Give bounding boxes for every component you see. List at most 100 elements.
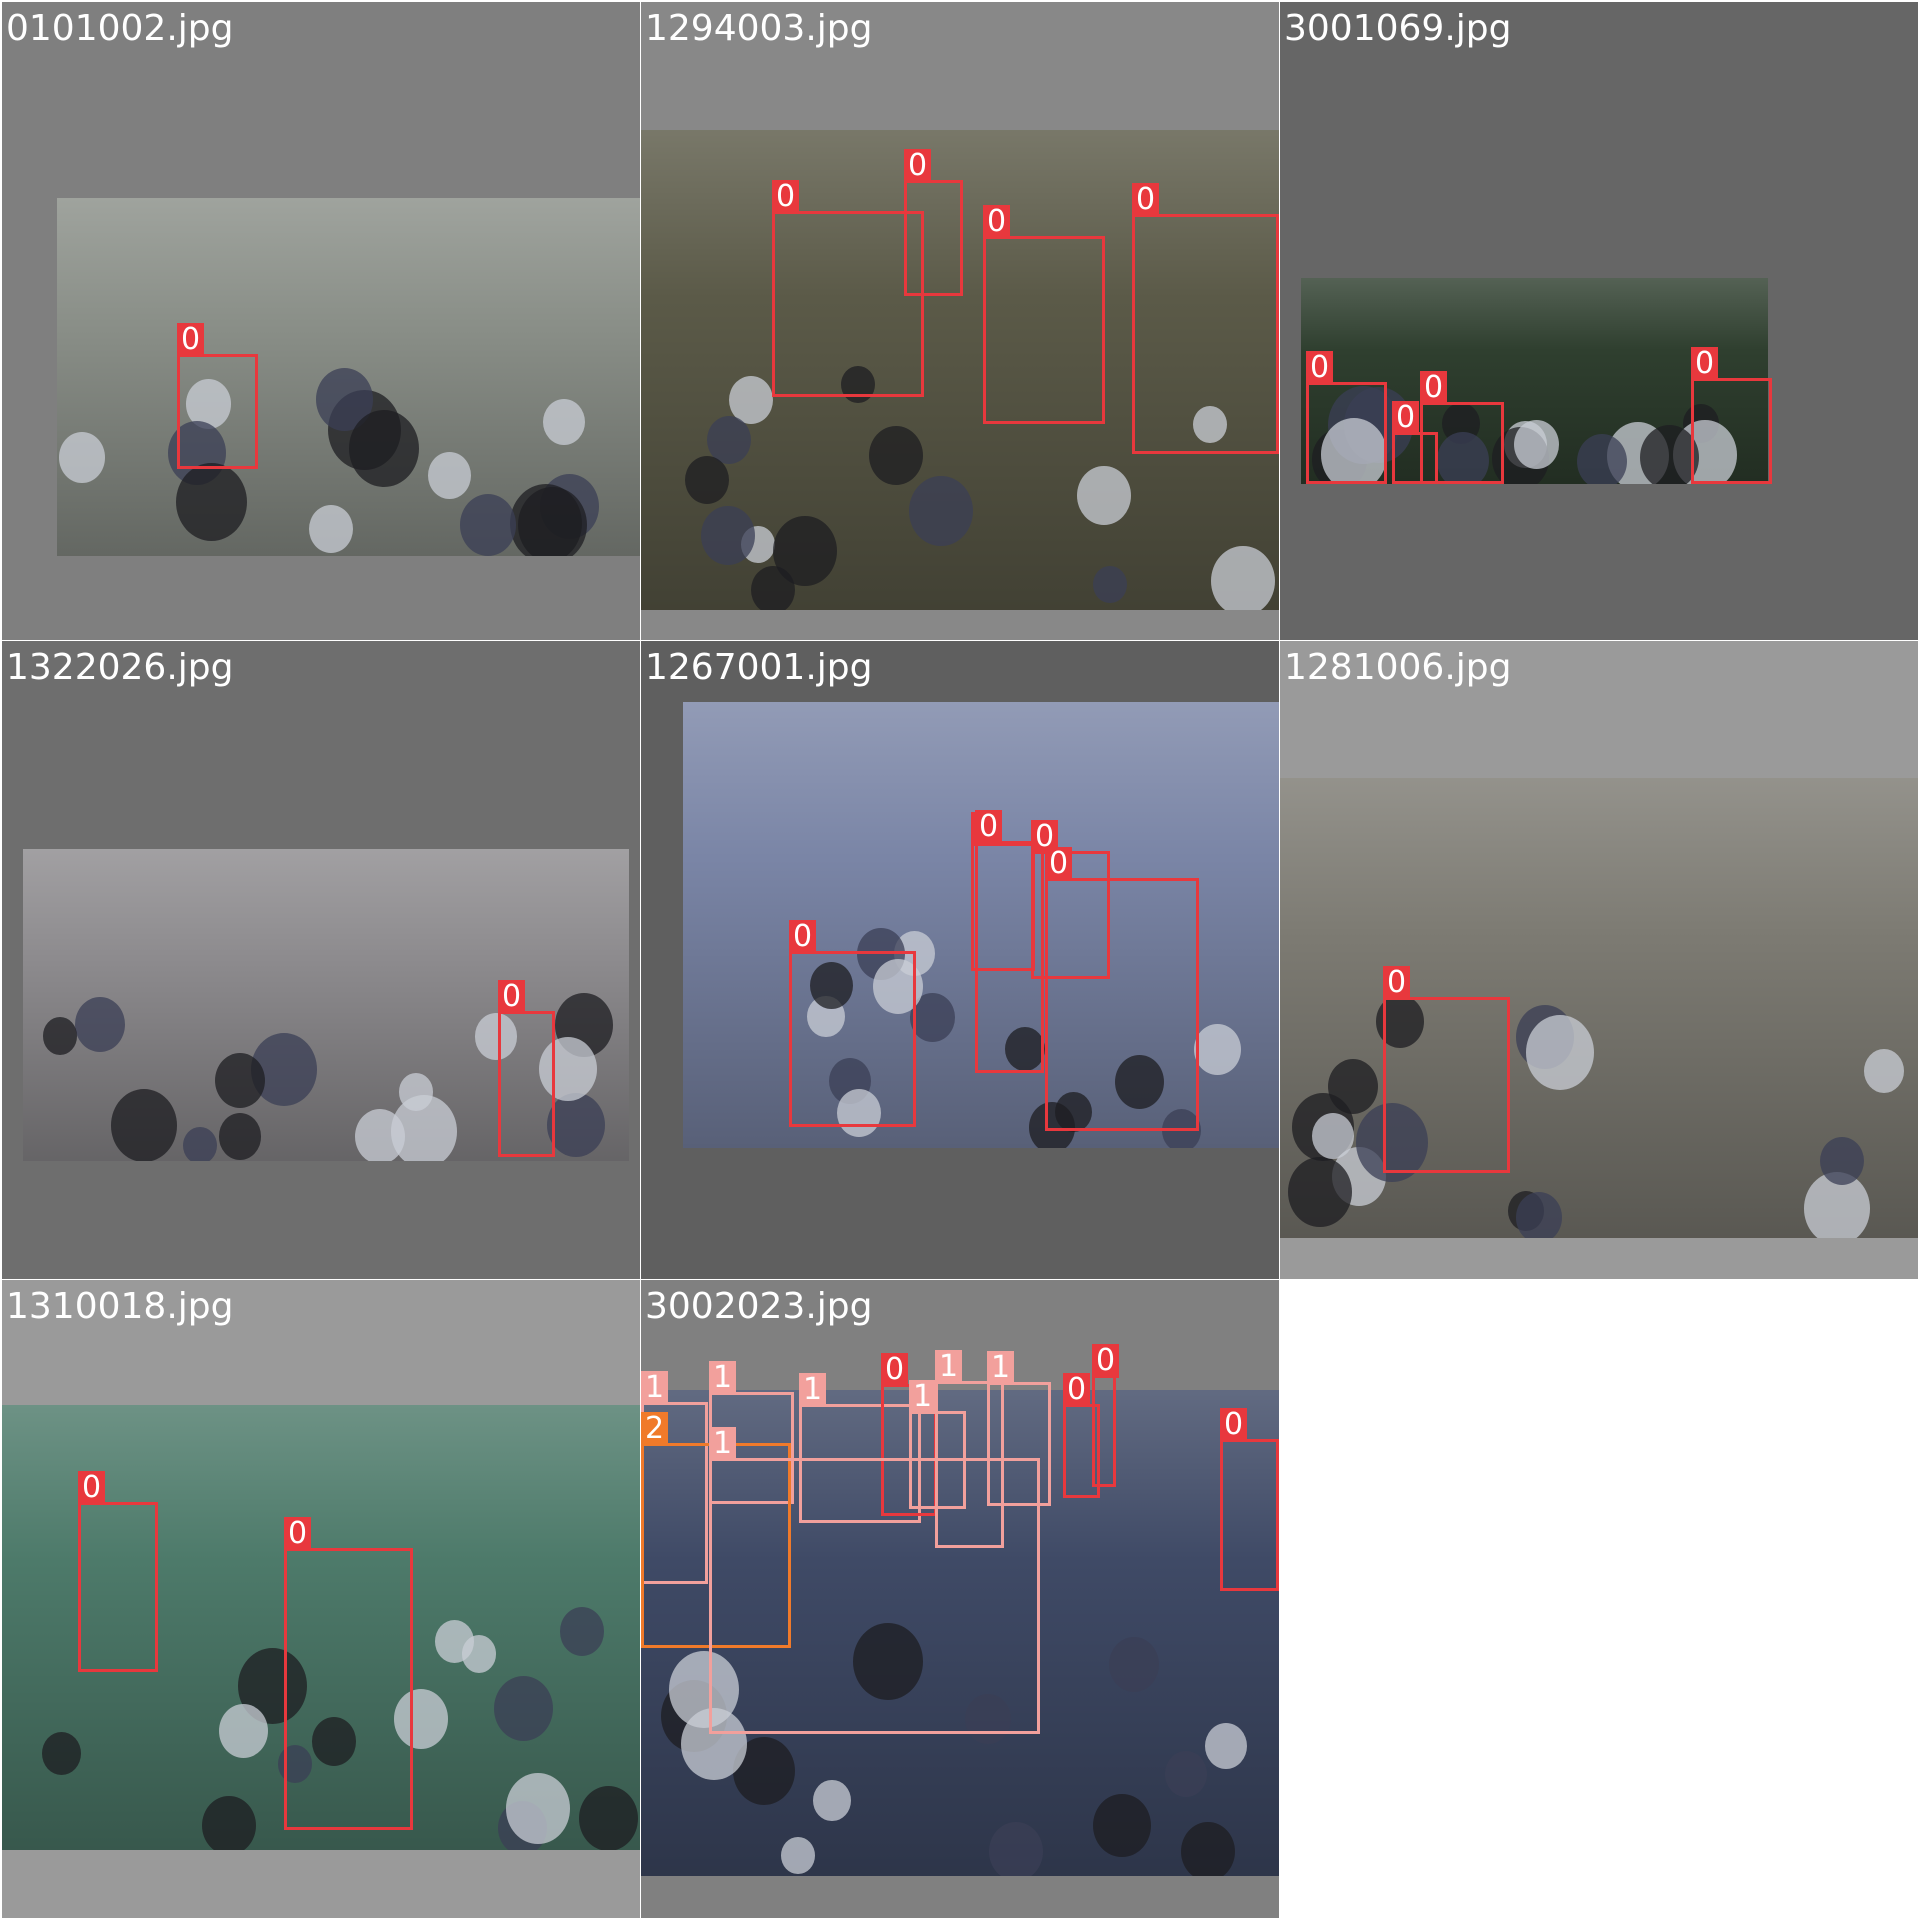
- detection-class-label: 0: [1132, 183, 1160, 217]
- student-silhouette: [701, 506, 755, 566]
- detection-box[interactable]: 0: [983, 205, 1105, 424]
- student-silhouette: [579, 1786, 638, 1850]
- tile-filename: 1310018.jpg: [6, 1286, 234, 1327]
- detection-class-label: 1: [909, 1380, 937, 1414]
- detection-box[interactable]: 0: [1306, 351, 1387, 484]
- student-silhouette: [183, 1127, 217, 1161]
- student-silhouette: [460, 494, 516, 556]
- student-silhouette: [176, 463, 247, 542]
- detection-box[interactable]: 0: [177, 323, 258, 469]
- student-silhouette: [1514, 419, 1559, 470]
- student-silhouette: [1093, 566, 1127, 604]
- student-silhouette: [1109, 1636, 1159, 1692]
- detection-box[interactable]: 0: [1220, 1408, 1279, 1591]
- student-silhouette: [1077, 466, 1131, 526]
- student-silhouette: [1328, 1059, 1378, 1114]
- detection-class-label: 1: [987, 1351, 1015, 1385]
- detection-class-label: 0: [1092, 1344, 1120, 1378]
- student-silhouette: [1312, 1113, 1354, 1160]
- detection-class-label: 1: [641, 1371, 669, 1405]
- image-tile[interactable]: 1267001.jpg00000: [641, 641, 1279, 1279]
- student-silhouette: [1516, 1192, 1562, 1238]
- student-silhouette: [462, 1635, 496, 1673]
- detection-box[interactable]: 0: [1045, 847, 1199, 1131]
- student-silhouette: [111, 1089, 177, 1161]
- detection-box[interactable]: 0: [789, 920, 916, 1127]
- tile-filename: 0101002.jpg: [6, 8, 234, 49]
- image-tile[interactable]: 1310018.jpg 0 0: [2, 1280, 640, 1918]
- detection-box[interactable]: 0: [1383, 966, 1510, 1173]
- student-silhouette: [215, 1053, 265, 1109]
- detection-box[interactable]: 0: [772, 180, 924, 397]
- tile-filename: 1294003.jpg: [645, 8, 873, 49]
- image-tile[interactable]: 0101002.jpg 0: [2, 2, 640, 640]
- tile-filename: 3001069.jpg: [1284, 8, 1512, 49]
- student-silhouette: [202, 1796, 256, 1850]
- detection-class-label: 0: [1691, 347, 1719, 381]
- detection-class-label: 0: [1392, 401, 1420, 435]
- detection-class-label: 0: [1063, 1373, 1091, 1407]
- student-silhouette: [547, 1093, 605, 1158]
- student-silhouette: [1194, 1023, 1241, 1076]
- detection-class-label: 0: [1220, 1408, 1248, 1442]
- detection-class-label: 0: [772, 180, 800, 214]
- detection-class-label: 0: [881, 1353, 909, 1387]
- mosaic-grid: 0101002.jpg 0 1294003.jpg 0 0 0 0 3001069.jpg 0 0…: [0, 0, 1920, 1920]
- detection-class-label: 1: [709, 1361, 737, 1395]
- student-silhouette: [391, 1095, 457, 1161]
- detection-class-label: 0: [983, 205, 1011, 239]
- student-silhouette: [1181, 1822, 1235, 1876]
- detection-class-label: 1: [799, 1373, 827, 1407]
- detection-class-label: 0: [498, 980, 526, 1014]
- student-silhouette: [1205, 1722, 1247, 1769]
- student-silhouette: [518, 487, 587, 556]
- student-silhouette: [781, 1836, 815, 1875]
- student-silhouette: [869, 426, 923, 486]
- student-silhouette: [42, 1732, 81, 1776]
- student-silhouette: [349, 410, 419, 488]
- student-silhouette: [989, 1822, 1043, 1876]
- student-silhouette: [1864, 1049, 1904, 1093]
- student-silhouette: [685, 456, 729, 505]
- tile-filename: 1267001.jpg: [645, 647, 873, 688]
- detection-class-label: 0: [1420, 371, 1448, 405]
- student-silhouette: [506, 1773, 570, 1844]
- student-silhouette: [309, 505, 353, 554]
- detection-class-label: 0: [1306, 351, 1334, 385]
- student-silhouette: [1093, 1793, 1151, 1858]
- detection-class-label: 0: [284, 1517, 312, 1551]
- detection-box[interactable]: 0: [904, 149, 963, 296]
- detection-box[interactable]: 1: [935, 1350, 1004, 1548]
- image-tile[interactable]: 3002023.jpg 1 1 1 0 1 1 0 0 2 1 1 0: [641, 1280, 1279, 1918]
- detection-box[interactable]: 0: [1132, 183, 1279, 454]
- image-tile[interactable]: 1281006.jpg 0: [1280, 641, 1918, 1279]
- classroom-photo: [1280, 778, 1918, 1238]
- detection-box[interactable]: 0: [498, 980, 555, 1157]
- detection-class-label: 1: [935, 1350, 963, 1384]
- detection-box[interactable]: 0: [1420, 371, 1504, 484]
- student-silhouette: [59, 432, 105, 483]
- student-silhouette: [813, 1779, 851, 1822]
- detection-class-label: 0: [1045, 847, 1073, 881]
- detection-box[interactable]: 0: [78, 1471, 158, 1672]
- student-silhouette: [909, 476, 973, 547]
- student-silhouette: [1165, 1750, 1207, 1797]
- student-silhouette: [75, 997, 125, 1053]
- student-silhouette: [543, 399, 585, 446]
- student-silhouette: [560, 1607, 604, 1656]
- student-silhouette: [1288, 1157, 1352, 1228]
- image-tile[interactable]: 3001069.jpg 0 0 0 0: [1280, 2, 1918, 640]
- student-silhouette: [773, 516, 837, 587]
- tile-filename: 1281006.jpg: [1284, 647, 1512, 688]
- detection-box[interactable]: 0: [1691, 347, 1772, 484]
- detection-box[interactable]: 0: [1092, 1344, 1120, 1487]
- detection-box[interactable]: 0: [284, 1517, 413, 1830]
- student-silhouette: [219, 1113, 261, 1160]
- image-tile[interactable]: 1294003.jpg 0 0 0 0: [641, 2, 1279, 640]
- detection-class-label: 2: [641, 1412, 669, 1446]
- image-tile[interactable]: 1322026.jpg 0: [2, 641, 640, 1279]
- tile-filename: 3002023.jpg: [645, 1286, 873, 1327]
- detection-class-label: 0: [789, 920, 817, 954]
- detection-class-label: 0: [1383, 966, 1411, 1000]
- student-silhouette: [1820, 1137, 1864, 1186]
